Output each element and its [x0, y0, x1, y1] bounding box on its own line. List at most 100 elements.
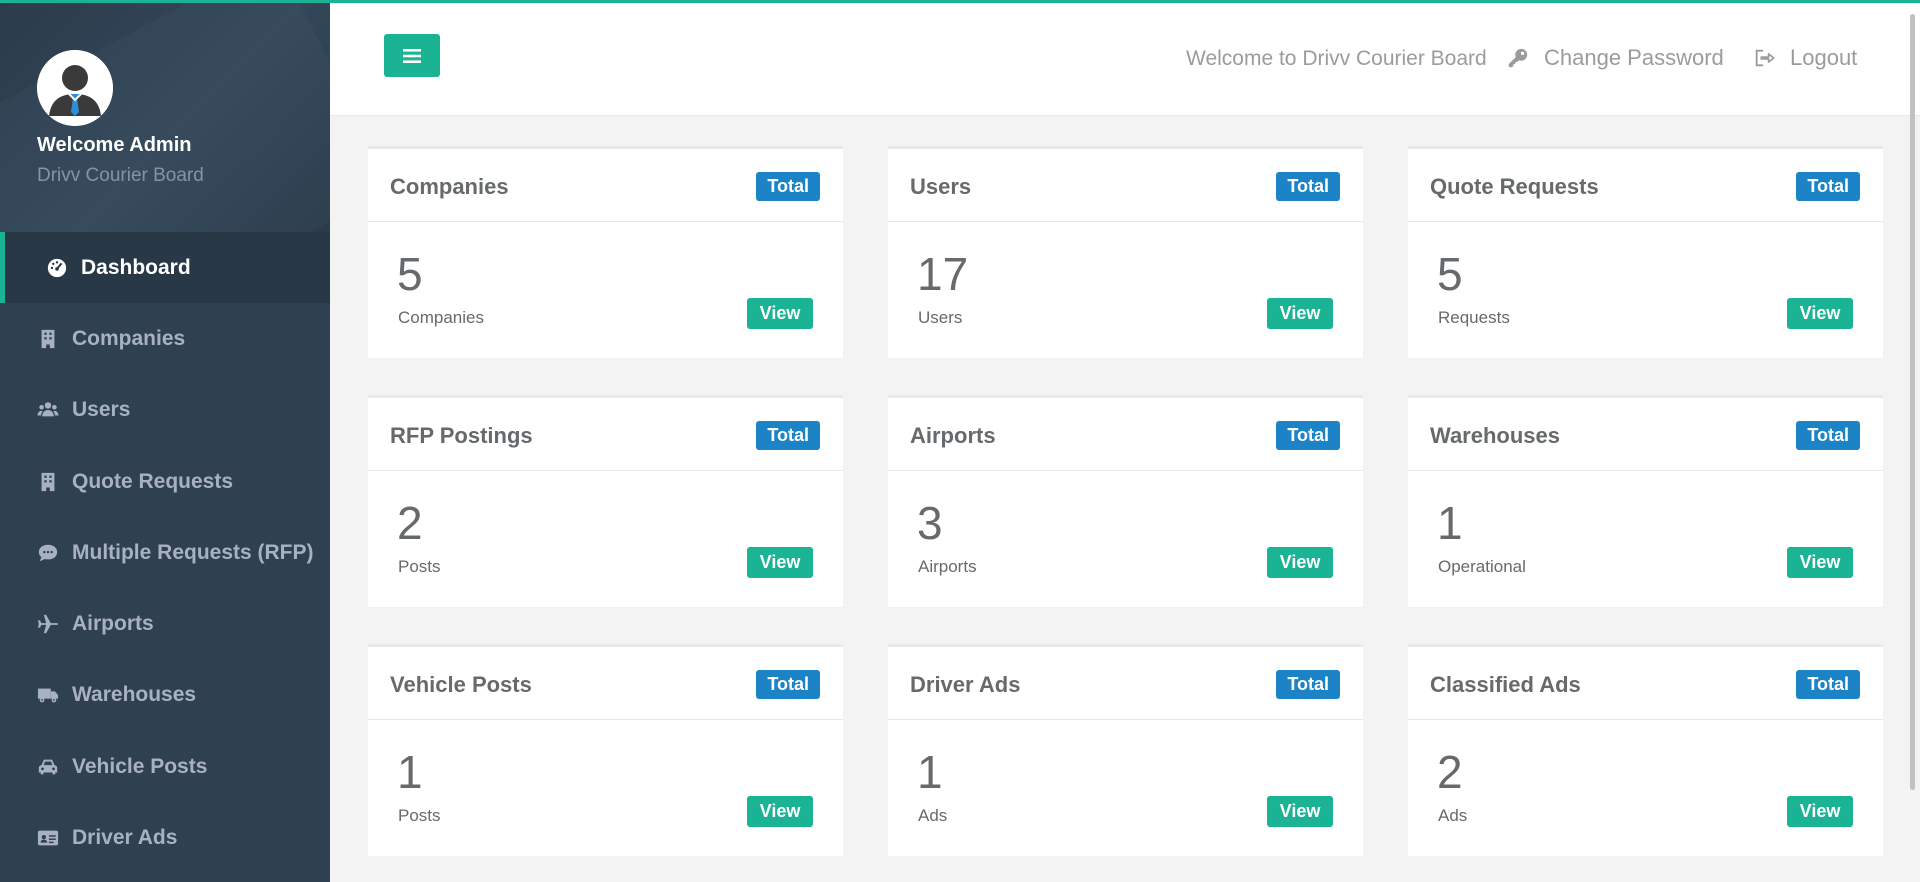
truck-icon — [36, 683, 60, 707]
logout-link[interactable]: Logout — [1753, 45, 1857, 71]
card-title: Quote Requests — [1430, 174, 1599, 199]
total-badge: Total — [1796, 421, 1860, 450]
building-icon — [36, 470, 60, 494]
sidebar-item-users[interactable]: Users — [0, 375, 330, 446]
airports-card: Airports Total 3 Airports View — [888, 395, 1363, 607]
classified-ads-card: Classified Ads Total 2 Ads View — [1408, 644, 1883, 856]
total-badge: Total — [1276, 421, 1340, 450]
sidebar-item-warehouses[interactable]: Warehouses — [0, 660, 330, 731]
total-badge: Total — [1276, 172, 1340, 201]
card-body: 2 Posts View — [368, 471, 843, 607]
card-title: Vehicle Posts — [390, 672, 532, 697]
sidebar-item-label: Quote Requests — [72, 469, 234, 493]
stat-count: 3 — [917, 497, 943, 549]
stat-count: 5 — [1437, 248, 1463, 300]
sidebar-item-label: Dashboard — [81, 255, 191, 279]
sign-out-icon — [1755, 49, 1775, 67]
card-body: 3 Airports View — [888, 471, 1363, 607]
stat-count: 1 — [917, 746, 943, 798]
sidebar-item-label: Companies — [72, 326, 186, 350]
sidebar: Welcome Admin Drivv Courier Board Dashbo… — [0, 0, 330, 882]
stat-count: 5 — [397, 248, 423, 300]
profile-subtitle: Drivv Courier Board — [37, 165, 204, 186]
id-card-icon — [36, 826, 60, 850]
sidebar-item-vehicle-posts[interactable]: Vehicle Posts — [0, 731, 330, 802]
avatar[interactable] — [37, 50, 113, 126]
sidebar-item-driver-ads[interactable]: Driver Ads — [0, 802, 330, 873]
top-navbar: Welcome to Drivv Courier Board Change Pa… — [330, 3, 1920, 116]
view-button[interactable]: View — [1267, 547, 1333, 578]
card-title: Companies — [390, 174, 509, 199]
user-avatar-icon — [37, 50, 113, 126]
menu-toggle-button[interactable] — [384, 34, 440, 77]
view-button[interactable]: View — [1267, 298, 1333, 329]
driver-ads-card: Driver Ads Total 1 Ads View — [888, 644, 1363, 856]
card-body: 5 Requests View — [1408, 222, 1883, 358]
view-button[interactable]: View — [1787, 796, 1853, 827]
companies-card: Companies Total 5 Companies View — [368, 146, 843, 358]
card-header: Airports Total — [888, 398, 1363, 471]
sidebar-item-label: Driver Ads — [72, 826, 178, 850]
card-header: Driver Ads Total — [888, 647, 1363, 720]
logout-label: Logout — [1790, 45, 1858, 70]
view-button[interactable]: View — [747, 796, 813, 827]
stat-label: Operational — [1438, 557, 1526, 576]
card-header: Warehouses Total — [1408, 398, 1883, 471]
stat-label: Companies — [398, 308, 484, 327]
total-badge: Total — [1796, 172, 1860, 201]
change-password-label: Change Password — [1544, 45, 1724, 70]
rfp-postings-card: RFP Postings Total 2 Posts View — [368, 395, 843, 607]
total-badge: Total — [1796, 670, 1860, 699]
car-icon — [36, 755, 60, 779]
stat-label: Users — [918, 308, 963, 327]
card-body: 1 Ads View — [888, 720, 1363, 856]
sidebar-nav: Dashboard Companies Users Quote Requests… — [0, 232, 330, 874]
hamburger-icon — [403, 48, 421, 63]
total-badge: Total — [756, 670, 820, 699]
sidebar-item-companies[interactable]: Companies — [0, 303, 330, 374]
card-title: Airports — [910, 423, 996, 448]
stat-count: 17 — [917, 248, 969, 300]
view-button[interactable]: View — [1787, 298, 1853, 329]
total-badge: Total — [756, 172, 820, 201]
warehouses-card: Warehouses Total 1 Operational View — [1408, 395, 1883, 607]
users-icon — [36, 398, 60, 422]
quote-requests-card: Quote Requests Total 5 Requests View — [1408, 146, 1883, 358]
card-title: Users — [910, 174, 972, 199]
profile-panel: Welcome Admin Drivv Courier Board — [0, 0, 330, 232]
sidebar-item-label: Vehicle Posts — [72, 754, 208, 778]
users-card: Users Total 17 Users View — [888, 146, 1363, 358]
card-body: 5 Companies View — [368, 222, 843, 358]
card-body: 1 Posts View — [368, 720, 843, 856]
view-button[interactable]: View — [1267, 796, 1333, 827]
sidebar-item-label: Users — [72, 398, 131, 422]
card-header: Vehicle Posts Total — [368, 647, 843, 720]
sidebar-item-label: Warehouses — [72, 683, 197, 707]
sidebar-item-dashboard[interactable]: Dashboard — [0, 232, 330, 304]
stat-label: Posts — [398, 806, 441, 825]
card-header: Classified Ads Total — [1408, 647, 1883, 720]
stat-label: Posts — [398, 557, 441, 576]
sidebar-item-airports[interactable]: Airports — [0, 588, 330, 659]
dashboard-icon — [45, 256, 69, 280]
card-header: RFP Postings Total — [368, 398, 843, 471]
view-button[interactable]: View — [1787, 547, 1853, 578]
card-header: Users Total — [888, 149, 1363, 222]
stat-count: 2 — [1437, 746, 1463, 798]
card-body: 17 Users View — [888, 222, 1363, 358]
stat-count: 2 — [397, 497, 423, 549]
total-badge: Total — [756, 421, 820, 450]
card-body: 1 Operational View — [1408, 471, 1883, 607]
view-button[interactable]: View — [747, 547, 813, 578]
plane-icon — [36, 612, 60, 636]
change-password-link[interactable]: Change Password — [1507, 45, 1724, 71]
sidebar-item-quote-requests[interactable]: Quote Requests — [0, 446, 330, 517]
profile-welcome: Welcome Admin — [37, 134, 192, 156]
card-body: 2 Ads View — [1408, 720, 1883, 856]
sidebar-item-multiple-requests[interactable]: Multiple Requests (RFP) — [0, 517, 330, 588]
card-header: Quote Requests Total — [1408, 149, 1883, 222]
view-button[interactable]: View — [747, 298, 813, 329]
card-title: Classified Ads — [1430, 672, 1581, 697]
card-title: RFP Postings — [390, 423, 533, 448]
page-scrollbar[interactable] — [1910, 14, 1915, 790]
